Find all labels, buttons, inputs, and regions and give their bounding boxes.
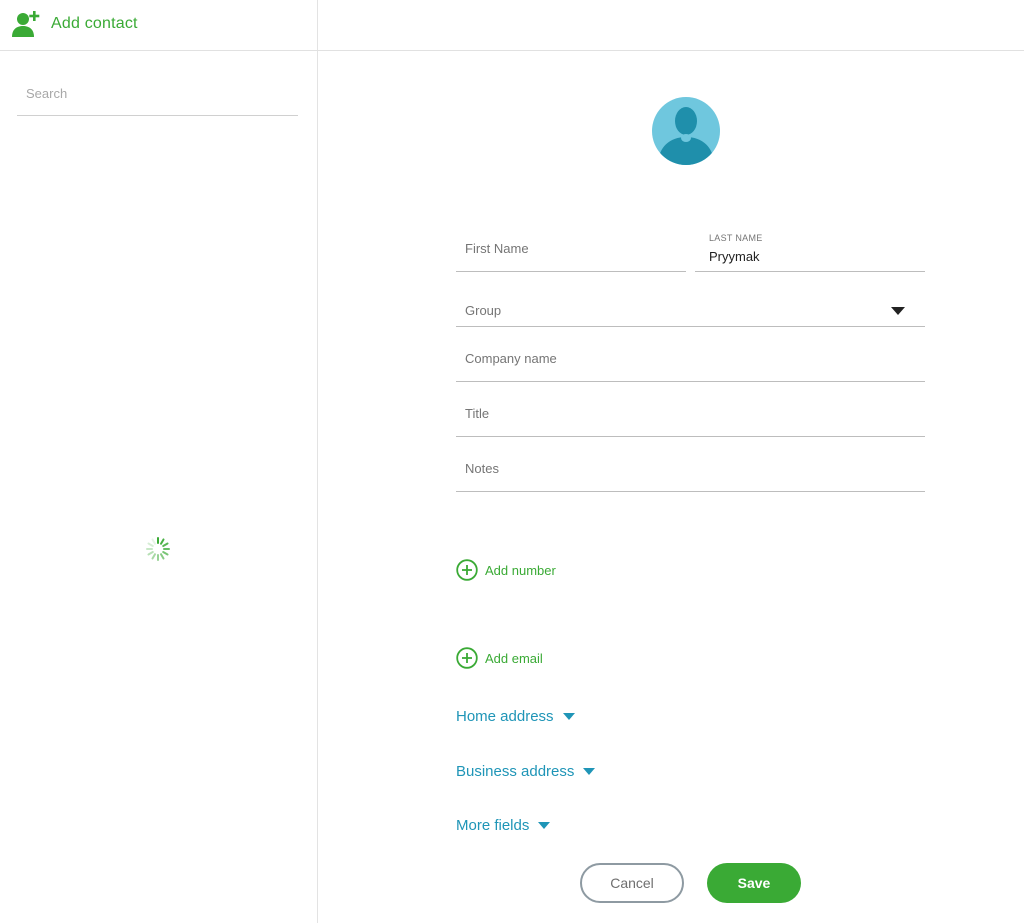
company-name-field[interactable] (456, 338, 925, 382)
add-circle-icon (456, 647, 478, 669)
add-person-icon (12, 11, 40, 37)
search-field[interactable] (17, 76, 298, 116)
more-fields-toggle[interactable]: More fields (456, 817, 551, 834)
add-contact-label: Add contact (51, 15, 138, 32)
expand-caret-icon (562, 712, 575, 720)
notes-field[interactable] (456, 448, 925, 492)
first-name-input[interactable] (456, 228, 686, 268)
home-address-toggle[interactable]: Home address (456, 708, 575, 725)
header-divider (0, 50, 1024, 51)
save-button[interactable]: Save (707, 863, 801, 903)
add-email-button[interactable]: Add email (456, 647, 543, 669)
group-placeholder: Group (465, 303, 502, 318)
business-address-label: Business address (456, 763, 575, 780)
last-name-input[interactable] (695, 245, 925, 267)
contact-avatar-icon[interactable] (652, 97, 720, 165)
title-input[interactable] (456, 393, 925, 433)
contacts-sidebar: Add contact (0, 0, 318, 923)
first-name-field[interactable] (456, 228, 686, 272)
last-name-label: LAST NAME (709, 233, 763, 243)
notes-input[interactable] (456, 448, 925, 488)
expand-caret-icon (538, 821, 551, 829)
group-select[interactable]: Group (456, 283, 925, 327)
home-address-label: Home address (456, 708, 554, 725)
add-number-label: Add number (485, 562, 556, 578)
cancel-button[interactable]: Cancel (580, 863, 684, 903)
add-contact-button[interactable]: Add contact (11, 8, 138, 40)
expand-caret-icon (583, 767, 596, 775)
title-field[interactable] (456, 393, 925, 437)
add-number-button[interactable]: Add number (456, 559, 556, 581)
loading-spinner-icon (146, 537, 170, 561)
more-fields-label: More fields (456, 817, 530, 834)
company-name-input[interactable] (456, 338, 925, 378)
search-input[interactable] (17, 76, 298, 111)
dropdown-caret-icon (891, 307, 905, 315)
add-circle-icon (456, 559, 478, 581)
add-email-label: Add email (485, 650, 543, 666)
business-address-toggle[interactable]: Business address (456, 763, 596, 780)
last-name-field[interactable]: LAST NAME (695, 228, 925, 272)
